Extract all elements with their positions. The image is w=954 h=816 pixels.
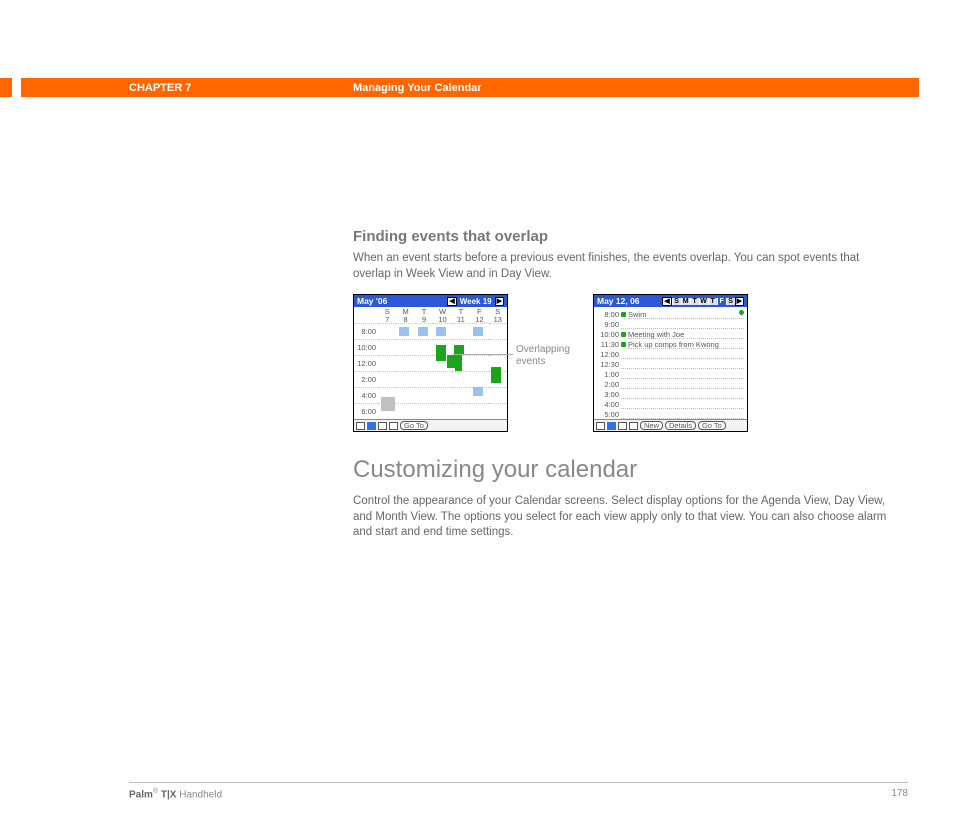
view-icon [629,422,638,430]
event-block [491,367,501,383]
week-view-titlebar: May '06 ◀ Week 19 ▶ [354,295,507,307]
event-block [436,327,446,336]
day-row: 12:30 [597,359,744,369]
category-dot-icon [739,310,744,315]
day-row: 2:00 [597,379,744,389]
day-row: 10:00Meeting with Joe [597,329,744,339]
new-button: New [640,421,663,430]
day-view-body: 8:00Swim 9:00 10:00Meeting with Joe 11:3… [594,307,747,419]
goto-button: Go To [400,421,428,430]
week-view-screenshot: May '06 ◀ Week 19 ▶ S7 M8 T9 W10 T11 F12… [353,294,508,432]
chapter-title: Managing Your Calendar [353,82,482,94]
week-view-month: May '06 [357,296,387,306]
event-block [473,387,483,396]
day-row: 8:00Swim [597,309,744,319]
view-icon [378,422,387,430]
view-icon [356,422,365,430]
view-icon [618,422,627,430]
day-row: 9:00 [597,319,744,329]
day-row: 5:00 [597,409,744,419]
view-icon-active [367,422,376,430]
chapter-header-bar: CHAPTER 7 Managing Your Calendar [0,78,954,97]
day-row: 1:00 [597,369,744,379]
section-heading-finding: Finding events that overlap [353,228,908,245]
day-row: 12:00 [597,349,744,359]
view-icon [389,422,398,430]
figure-row: May '06 ◀ Week 19 ▶ S7 M8 T9 W10 T11 F12… [353,294,908,432]
page-number: 178 [891,788,908,800]
section-heading-customizing: Customizing your calendar [353,456,908,484]
callout-label: Overlappingevents [516,344,570,368]
week-next-icon: ▶ [495,297,504,306]
day-view-screenshot: May 12, 06 ◀ S M T W T F S ▶ 8:00Swim 9:… [593,294,748,432]
callout-line [453,354,513,355]
day-view-titlebar: May 12, 06 ◀ S M T W T F S ▶ [594,295,747,307]
week-grid: S7 M8 T9 W10 T11 F12 S13 8:00 10:00 12:0… [354,307,507,419]
goto-button: Go To [698,421,726,430]
event-block [447,355,455,368]
week-prev-icon: ◀ [447,297,456,306]
view-icon-active [607,422,616,430]
details-button: Details [665,421,696,430]
page-footer: Palm® T|X Handheld 178 [129,782,908,800]
day-row: 4:00 [597,399,744,409]
view-icon [596,422,605,430]
product-name: Palm® T|X Handheld [129,788,222,800]
event-block-past [381,397,395,411]
event-block [436,345,446,361]
day-row: 11:30Pick up comps from Kwong [597,339,744,349]
day-row: 3:00 [597,389,744,399]
event-block [399,327,409,336]
chapter-number: CHAPTER 7 [129,82,353,94]
week-view-toolbar: Go To [354,419,507,431]
day-prev-icon: ◀ [662,297,671,306]
section-body-customizing: Control the appearance of your Calendar … [353,494,898,541]
day-next-icon: ▶ [735,297,744,306]
day-view-toolbar: New Details Go To [594,419,747,431]
week-number: Week 19 [460,297,492,306]
event-block [418,327,428,336]
day-view-date: May 12, 06 [597,296,640,306]
event-block [473,327,483,336]
section-body-finding: When an event starts before a previous e… [353,251,898,282]
